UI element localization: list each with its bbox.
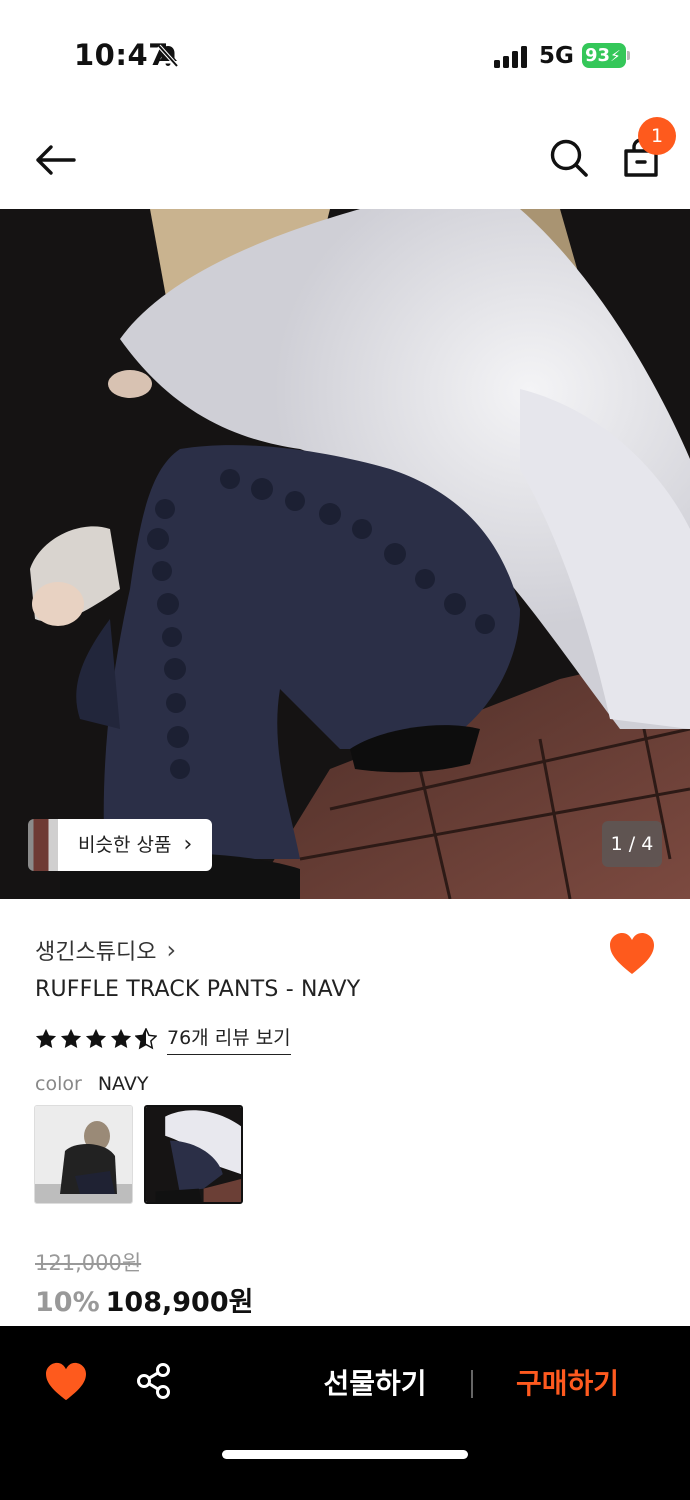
status-bar: 10:47 5G 93⚡ xyxy=(0,0,690,110)
color-value: NAVY xyxy=(97,1073,149,1095)
search-icon[interactable] xyxy=(546,135,592,181)
product-image-carousel[interactable]: 비슷한 상품 › 1 / 4 xyxy=(0,209,690,899)
share-icon[interactable] xyxy=(134,1361,174,1401)
discount-rate: 10% xyxy=(35,1287,100,1318)
swatch-thumbnail xyxy=(35,1106,132,1203)
buy-button[interactable]: 구매하기 xyxy=(495,1356,640,1412)
similar-products-label: 비슷한 상품 › xyxy=(58,819,213,871)
charging-bolt-icon: ⚡ xyxy=(610,47,621,65)
back-button[interactable] xyxy=(30,138,80,182)
heart-icon[interactable] xyxy=(608,932,656,976)
product-photo xyxy=(0,209,690,899)
color-label: color xyxy=(35,1073,82,1095)
brand-name: 생긴스튜디오 xyxy=(35,940,157,965)
star-icon xyxy=(85,1028,107,1048)
cart-count-badge: 1 xyxy=(638,117,676,155)
rating-row: 76개 리뷰 보기 xyxy=(35,1023,291,1055)
swatch-thumbnail xyxy=(146,1107,241,1202)
battery-indicator: 93⚡ xyxy=(582,43,626,68)
original-price: 121,000원 xyxy=(35,1251,142,1275)
similar-product-thumbnail xyxy=(28,819,62,871)
color-row: color NAVY xyxy=(35,1073,148,1095)
bell-slash-icon xyxy=(157,44,179,68)
signal-bars-icon xyxy=(494,46,527,68)
arrow-left-icon xyxy=(36,145,76,175)
battery-level: 93 xyxy=(585,45,611,66)
bottom-action-bar: 선물하기 구매하기 xyxy=(0,1326,690,1500)
battery-cap xyxy=(627,51,630,60)
gift-button[interactable]: 선물하기 xyxy=(300,1356,450,1412)
divider xyxy=(471,1370,473,1398)
color-swatches xyxy=(34,1105,243,1204)
chevron-right-icon: › xyxy=(183,832,193,857)
heart-icon[interactable] xyxy=(44,1362,88,1402)
similar-products-button[interactable]: 비슷한 상품 › xyxy=(28,819,213,871)
half-star-icon xyxy=(135,1028,157,1050)
app-header xyxy=(0,110,690,210)
star-icon xyxy=(60,1028,82,1048)
review-link[interactable]: 76개 리뷰 보기 xyxy=(167,1023,291,1055)
image-page-indicator: 1 / 4 xyxy=(602,821,662,867)
network-type: 5G xyxy=(539,43,574,69)
color-swatch-black[interactable] xyxy=(34,1105,133,1204)
sale-price: 108,900원 xyxy=(105,1287,254,1318)
product-title: RUFFLE TRACK PANTS - NAVY xyxy=(35,977,361,1002)
chevron-right-icon: › xyxy=(166,936,177,964)
color-swatch-navy[interactable] xyxy=(144,1105,243,1204)
home-indicator[interactable] xyxy=(222,1450,468,1459)
brand-link[interactable]: 생긴스튜디오 › xyxy=(35,934,176,966)
price-row: 10% 108,900원 xyxy=(35,1280,253,1319)
star-icon xyxy=(35,1028,57,1048)
star-rating xyxy=(35,1028,157,1050)
star-icon xyxy=(110,1028,132,1048)
similar-products-text: 비슷한 상품 xyxy=(78,834,172,856)
